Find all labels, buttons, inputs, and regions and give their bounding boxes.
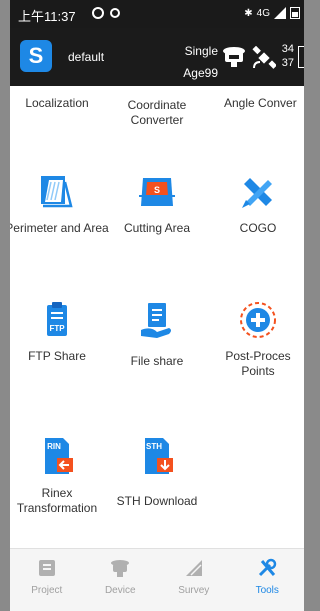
angle-converter-label: Angle Conver <box>224 96 297 110</box>
sat-used: 34 <box>281 43 294 55</box>
receiver-icon[interactable] <box>222 46 246 68</box>
sth-download-label: STH Download <box>116 494 198 508</box>
app-screen: 上午11:37 ✱ 4G S default Single Age99 34 3… <box>10 0 304 611</box>
file-share-icon <box>141 303 171 338</box>
tool-localization[interactable]: Localization <box>10 86 109 111</box>
workspace-name[interactable]: default <box>68 50 104 64</box>
tool-rinex-transformation[interactable]: RIN Rinex Transformation <box>10 436 109 516</box>
perimeter-area-icon <box>41 176 73 208</box>
post-process-icon <box>240 302 276 338</box>
solution-status[interactable]: Single Age99 <box>183 40 218 84</box>
cutting-area-label: Cutting Area <box>123 221 191 235</box>
nav-project[interactable]: Project <box>10 549 84 611</box>
tool-angle-converter[interactable]: Angle Conver <box>206 86 304 111</box>
ftp-share-icon: FTP <box>47 302 67 336</box>
sat-tracked: 37 <box>281 57 294 69</box>
coordinate-converter-label-2: Converter <box>130 113 184 127</box>
nav-project-label: Project <box>31 585 63 596</box>
tool-cutting-area[interactable]: S Cutting Area <box>105 172 209 236</box>
nav-tools[interactable]: Tools <box>231 549 305 611</box>
localization-label: Localization <box>25 96 89 110</box>
perimeter-area-label: Perimeter and Area <box>10 221 109 235</box>
solution-age: Age99 <box>183 66 218 80</box>
cogo-label: COGO <box>239 221 277 235</box>
coordinate-converter-label-1: Coordinate <box>127 98 187 112</box>
post-process-label-2: Points <box>241 364 275 378</box>
rinex-label-2: Transformation <box>16 501 98 515</box>
tools-grid: Localization Coordinate Converter Angle … <box>10 86 304 548</box>
menu-edge-icon[interactable] <box>298 46 304 68</box>
svg-text:S: S <box>154 185 160 195</box>
project-icon <box>38 560 55 576</box>
signal-icon <box>274 7 286 19</box>
nav-device-label: Device <box>104 585 136 596</box>
solution-mode: Single <box>184 44 218 58</box>
bluetooth-icon: ✱ <box>244 7 253 19</box>
post-process-label-1: Post-Proces <box>225 349 291 363</box>
status-bar: 上午11:37 ✱ 4G <box>10 0 304 28</box>
device-icon <box>111 560 130 577</box>
rinex-label-1: Rinex <box>41 486 73 500</box>
tool-file-share[interactable]: File share <box>105 300 209 369</box>
survey-icon <box>185 560 202 576</box>
tool-cogo[interactable]: COGO <box>206 172 304 236</box>
svg-text:FTP: FTP <box>49 324 65 333</box>
tool-post-process[interactable]: Post-Proces Points <box>206 300 304 379</box>
tool-coordinate-converter[interactable]: Coordinate Converter <box>105 98 209 128</box>
nav-device[interactable]: Device <box>84 549 158 611</box>
tools-icon <box>259 558 277 577</box>
rinex-transformation-icon: RIN <box>45 438 73 474</box>
svg-text:RIN: RIN <box>47 442 61 451</box>
record-icon <box>110 8 120 18</box>
satellite-count: 34 37 <box>282 42 294 70</box>
status-time: 上午11:37 <box>18 9 76 24</box>
ftp-share-label: FTP Share <box>28 349 86 363</box>
nav-survey-label: Survey <box>178 585 210 596</box>
tool-perimeter-area[interactable]: Perimeter and Area <box>10 172 109 236</box>
file-share-label: File share <box>130 354 184 368</box>
cogo-icon <box>242 178 272 208</box>
network-label: 4G <box>256 7 270 19</box>
svg-text:STH: STH <box>146 442 162 451</box>
status-indicators: ✱ 4G <box>244 7 300 19</box>
notification-icon <box>92 7 104 19</box>
nav-tools-label: Tools <box>255 585 279 596</box>
tool-ftp-share[interactable]: FTP FTP Share <box>10 300 109 364</box>
satellite-icon[interactable] <box>252 46 276 70</box>
app-logo-icon[interactable]: S <box>20 40 52 72</box>
cutting-area-icon: S <box>139 178 175 206</box>
sth-download-icon: STH <box>145 438 173 474</box>
battery-icon <box>290 7 300 19</box>
nav-survey[interactable]: Survey <box>157 549 231 611</box>
app-header: S default Single Age99 34 37 <box>10 28 304 86</box>
tool-sth-download[interactable]: STH STH Download <box>105 436 209 509</box>
bottom-nav: Project Device Survey Tools <box>10 548 304 611</box>
